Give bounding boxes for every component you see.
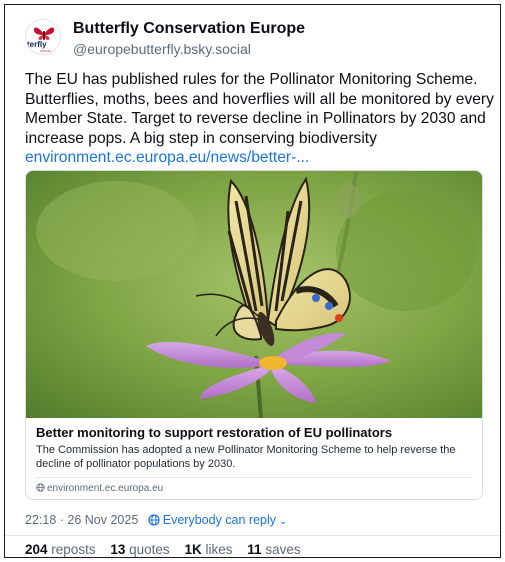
chevron-down-icon: ⌄ xyxy=(279,516,288,527)
post-meta: 22:18 · 26 Nov 2025 Everybody can reply ⌄ xyxy=(25,513,287,527)
svg-text:terfly: terfly xyxy=(27,40,47,49)
reposts-stat[interactable]: 204 reposts xyxy=(25,542,96,557)
stats-divider xyxy=(5,535,500,536)
quotes-stat[interactable]: 13 quotes xyxy=(110,542,169,557)
link-preview-card[interactable]: Better monitoring to support restoration… xyxy=(25,170,483,500)
author-display-name[interactable]: Butterfly Conservation Europe xyxy=(73,20,305,38)
post-text-line: The EU has published rules for the Polli… xyxy=(25,71,478,88)
post-text-line: Butterflies, moths, bees and hoverflies … xyxy=(25,90,494,108)
post-header: terfly VATION Butterfly Conservation Eur… xyxy=(25,19,485,59)
butterfly-logo-icon: terfly VATION xyxy=(27,27,55,53)
post-text: The EU has published rules for the Polli… xyxy=(25,70,495,168)
card-image[interactable] xyxy=(26,171,483,418)
post-text-line: increase pops. A big step in conserving … xyxy=(25,129,377,147)
quotes-count: 13 xyxy=(110,542,126,557)
likes-stat[interactable]: 1K likes xyxy=(184,542,232,557)
reply-setting-button[interactable]: Everybody can reply ⌄ xyxy=(148,513,288,527)
avatar[interactable]: terfly VATION xyxy=(25,19,61,55)
reply-setting-label: Everybody can reply xyxy=(162,513,277,527)
svg-text:VATION: VATION xyxy=(40,49,51,53)
saves-label: saves xyxy=(265,542,301,557)
post-link[interactable]: environment.ec.europa.eu/news/better-... xyxy=(25,148,495,168)
saves-stat[interactable]: 11 saves xyxy=(247,542,300,557)
globe-icon xyxy=(36,483,45,492)
quotes-label: quotes xyxy=(129,542,170,557)
globe-icon xyxy=(148,514,160,526)
likes-count: 1K xyxy=(184,542,202,557)
reposts-count: 204 xyxy=(25,542,48,557)
likes-label: likes xyxy=(205,542,233,557)
author-handle[interactable]: @europebutterfly.bsky.social xyxy=(73,41,251,57)
card-domain-text: environment.ec.europa.eu xyxy=(47,483,164,494)
post-stats: 204 reposts 13 quotes 1K likes 11 saves xyxy=(25,542,312,557)
post-text-line: Member State. Target to reverse decline … xyxy=(25,110,486,128)
reposts-label: reposts xyxy=(51,542,96,557)
saves-count: 11 xyxy=(247,542,262,557)
card-title[interactable]: Better monitoring to support restoration… xyxy=(36,425,392,440)
post-timestamp[interactable]: 22:18 · 26 Nov 2025 xyxy=(25,513,138,527)
card-domain: environment.ec.europa.eu xyxy=(36,483,163,494)
post-container: terfly VATION Butterfly Conservation Eur… xyxy=(4,4,501,558)
card-description: The Commission has adopted a new Pollina… xyxy=(36,444,456,470)
card-divider xyxy=(36,477,472,478)
